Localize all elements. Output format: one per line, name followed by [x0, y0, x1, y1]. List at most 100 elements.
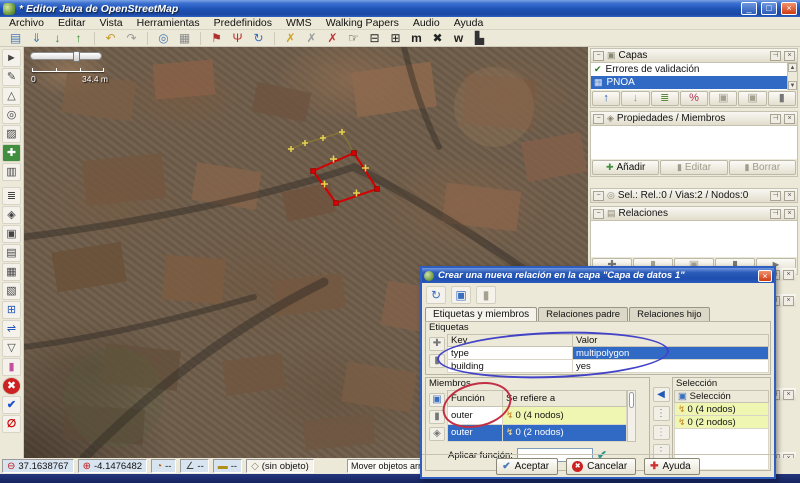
- add-members-before-button[interactable]: ⋮: [653, 406, 670, 421]
- collapse-icon[interactable]: −: [593, 191, 604, 201]
- menu-ayuda[interactable]: Ayuda: [447, 17, 491, 29]
- save-icon[interactable]: ⇓: [27, 31, 46, 46]
- menu-wms[interactable]: WMS: [279, 17, 319, 29]
- pin-icon[interactable]: ⊣: [770, 51, 781, 61]
- close-icon[interactable]: ×: [784, 51, 795, 61]
- menu-predefinidos[interactable]: Predefinidos: [207, 17, 279, 29]
- layer-duplicate-button[interactable]: ▣: [738, 91, 766, 106]
- relations-toggle-icon[interactable]: ▤: [2, 244, 21, 262]
- survey-icon[interactable]: ⚑: [207, 31, 226, 46]
- collapse-icon[interactable]: −: [593, 51, 604, 61]
- key-column-header[interactable]: Key: [448, 335, 573, 347]
- measure-tool-icon[interactable]: △: [2, 87, 21, 105]
- redo-icon[interactable]: ↷: [122, 31, 141, 46]
- car-icon[interactable]: ⊟: [365, 31, 384, 46]
- draw-node-tool-icon[interactable]: ✎: [2, 68, 21, 86]
- layer-down-button[interactable]: ↓: [621, 91, 649, 106]
- purge-icon[interactable]: ▮: [2, 358, 21, 376]
- menu-archivo[interactable]: Archivo: [2, 17, 51, 29]
- conflict-toggle-icon[interactable]: ⇌: [2, 320, 21, 338]
- tags-toggle-icon[interactable]: ◈: [2, 206, 21, 224]
- layers-scrollbar[interactable]: ▲ ▼: [787, 63, 797, 90]
- add-tag-icon[interactable]: ✚: [429, 337, 445, 351]
- pin-icon[interactable]: ⊣: [770, 209, 781, 219]
- cross-icon[interactable]: ✖: [428, 31, 447, 46]
- pin-icon[interactable]: ⊣: [770, 191, 781, 201]
- paste-members-icon[interactable]: ▣: [429, 393, 445, 407]
- wc-icon[interactable]: w: [449, 31, 468, 46]
- role-column-header[interactable]: Función: [448, 391, 503, 407]
- hand-icon[interactable]: ☞: [344, 31, 363, 46]
- close-button[interactable]: ×: [781, 2, 797, 15]
- selection-row[interactable]: ↯0 (4 nodos): [675, 403, 769, 416]
- validation-error-icon[interactable]: ✖: [2, 377, 21, 395]
- collapse-icon[interactable]: −: [593, 114, 604, 124]
- open-icon[interactable]: ▤: [6, 31, 25, 46]
- tool-yellow-icon[interactable]: ✗: [281, 31, 300, 46]
- scrollbar-thumb[interactable]: [629, 392, 634, 408]
- close-icon[interactable]: ×: [784, 191, 795, 201]
- tag-value-cell[interactable]: multipolygon: [573, 347, 769, 360]
- filter-toggle-icon[interactable]: ▽: [2, 339, 21, 357]
- photo-toggle-icon[interactable]: ▦: [2, 263, 21, 281]
- imagery-toggle-icon[interactable]: ▧: [2, 282, 21, 300]
- copy-tags-icon[interactable]: ▣: [451, 286, 471, 304]
- member-role-cell[interactable]: outer: [448, 424, 503, 441]
- preferences-icon[interactable]: ▦: [175, 31, 194, 46]
- tab-relaciones-hijo[interactable]: Relaciones hijo: [629, 307, 709, 321]
- layer-up-button[interactable]: ↑: [592, 91, 620, 106]
- dialog-title-bar[interactable]: Crear una nueva relación en la capa "Cap…: [422, 268, 774, 283]
- scroll-down-icon[interactable]: ▼: [788, 81, 797, 90]
- bus-icon[interactable]: ⊞: [386, 31, 405, 46]
- selection-column-header[interactable]: ▣ Selección: [675, 391, 769, 403]
- undo-icon[interactable]: ↶: [101, 31, 120, 46]
- layer-visibility-button[interactable]: ≣: [651, 91, 679, 106]
- close-icon[interactable]: ×: [783, 390, 794, 400]
- add-property-button[interactable]: ✚ Añadir: [592, 160, 659, 175]
- select-tool-icon[interactable]: ►: [2, 49, 21, 67]
- menu-herramientas[interactable]: Herramientas: [130, 17, 207, 29]
- member-row-selected[interactable]: outer ↯0 (2 nodos): [448, 424, 627, 441]
- member-role-cell[interactable]: outer: [448, 407, 503, 424]
- tool-red-icon[interactable]: ✗: [323, 31, 342, 46]
- layer-row-pnoa[interactable]: ▦ PNOA: [591, 76, 787, 89]
- help-button[interactable]: ✚ Ayuda: [644, 458, 700, 475]
- layer-opacity-button[interactable]: %: [680, 91, 708, 106]
- delete-relation-icon[interactable]: ▮: [476, 286, 496, 304]
- layer-row-validation[interactable]: ✔ Errores de validación: [591, 63, 787, 76]
- members-scrollbar[interactable]: [627, 390, 636, 442]
- zoom-slider-thumb[interactable]: [73, 51, 80, 62]
- pin-icon[interactable]: ⊣: [770, 114, 781, 124]
- zoom-tool-icon[interactable]: ◎: [2, 106, 21, 124]
- delete-property-button[interactable]: ▮ Borrar: [729, 160, 796, 175]
- refers-column-header[interactable]: Se refiere a: [503, 391, 627, 407]
- tag-key-cell[interactable]: type: [448, 347, 573, 360]
- close-icon[interactable]: ×: [783, 270, 794, 280]
- selection-row[interactable]: ↯0 (2 nodos): [675, 416, 769, 429]
- layer-delete-button[interactable]: ▮: [768, 91, 796, 106]
- tag-key-cell[interactable]: building: [448, 360, 573, 373]
- zoom-selection-icon[interactable]: ◎: [154, 31, 173, 46]
- add-members-middle-button[interactable]: ⋮: [653, 425, 670, 440]
- close-icon[interactable]: ×: [783, 296, 794, 306]
- monument-icon[interactable]: m: [407, 31, 426, 46]
- member-row[interactable]: outer ↯0 (4 nodos): [448, 407, 627, 424]
- collapse-icon[interactable]: −: [593, 209, 604, 219]
- validation-ok-icon[interactable]: ✔: [2, 396, 21, 414]
- layers-toggle-icon[interactable]: ≣: [2, 187, 21, 205]
- refresh-icon[interactable]: ↻: [249, 31, 268, 46]
- menu-audio[interactable]: Audio: [406, 17, 447, 29]
- tool-gray-icon[interactable]: ✗: [302, 31, 321, 46]
- menu-walking-papers[interactable]: Walking Papers: [319, 17, 406, 29]
- close-icon[interactable]: ×: [784, 209, 795, 219]
- add-selected-members-button[interactable]: ◀: [653, 387, 670, 402]
- tab-etiquetas-y-miembros[interactable]: Etiquetas y miembros: [425, 307, 537, 321]
- maximize-button[interactable]: □: [761, 2, 777, 15]
- apply-icon[interactable]: ↻: [426, 286, 446, 304]
- menu-vista[interactable]: Vista: [92, 17, 129, 29]
- scroll-up-icon[interactable]: ▲: [788, 63, 797, 72]
- tag-row[interactable]: type multipolygon: [448, 347, 769, 360]
- works-icon[interactable]: ▙: [470, 31, 489, 46]
- move-tool-icon[interactable]: ✚: [2, 144, 21, 162]
- gps-antenna-icon[interactable]: Ψ: [228, 31, 247, 46]
